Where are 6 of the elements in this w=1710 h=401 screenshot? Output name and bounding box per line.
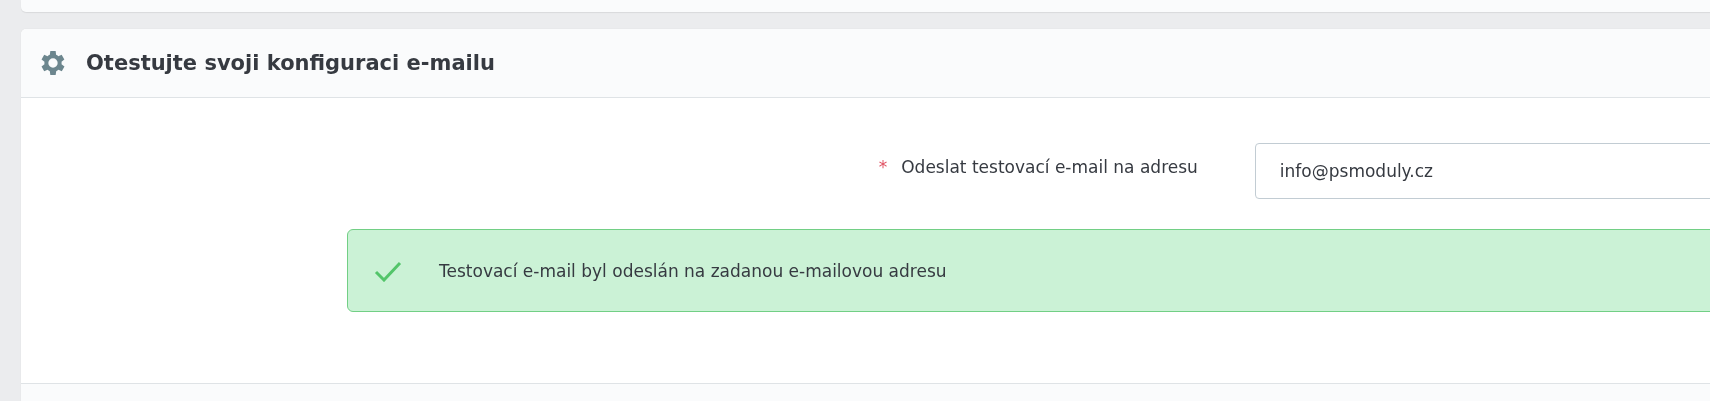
alert-message: Testovací e-mail byl odeslán na zadanou e-mailovou adresu	[439, 260, 947, 281]
panel-title: Otestujte svoji konfiguraci e-mailu	[86, 51, 495, 75]
required-mark: *	[878, 157, 888, 177]
field-label: Odeslat testovací e-mail na adresu	[901, 157, 1198, 177]
email-field[interactable]: info@psmoduly.cz	[1254, 143, 1710, 199]
check-icon	[374, 259, 402, 282]
